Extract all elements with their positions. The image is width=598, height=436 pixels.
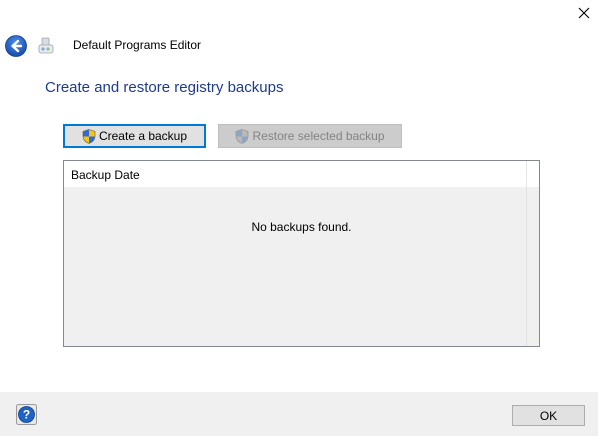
column-divider[interactable]	[526, 161, 527, 187]
svg-text:?: ?	[23, 408, 30, 422]
create-backup-button[interactable]: Create a backup	[63, 124, 206, 148]
dialog-footer: ? OK	[0, 392, 598, 436]
create-backup-label: Create a backup	[98, 129, 188, 143]
app-title: Default Programs Editor	[73, 38, 202, 52]
restore-backup-button[interactable]: Restore selected backup	[218, 124, 402, 148]
close-button[interactable]	[570, 0, 598, 26]
back-button[interactable]	[5, 35, 27, 57]
column-header-backup-date[interactable]: Backup Date	[71, 168, 140, 182]
uac-shield-icon	[82, 128, 96, 144]
help-icon: ?	[16, 404, 37, 425]
restore-backup-label: Restore selected backup	[252, 129, 385, 143]
column-divider-line	[526, 187, 527, 346]
default-programs-icon	[36, 36, 56, 56]
help-button[interactable]: ?	[16, 404, 37, 425]
page-heading: Create and restore registry backups	[45, 79, 284, 96]
empty-list-message: No backups found.	[251, 220, 352, 234]
close-icon	[578, 7, 590, 19]
list-header: Backup Date	[64, 161, 539, 187]
back-arrow-icon	[5, 35, 27, 57]
backup-list[interactable]: Backup Date No backups found.	[63, 160, 540, 347]
uac-shield-icon	[236, 128, 249, 144]
ok-button[interactable]: OK	[512, 405, 585, 426]
